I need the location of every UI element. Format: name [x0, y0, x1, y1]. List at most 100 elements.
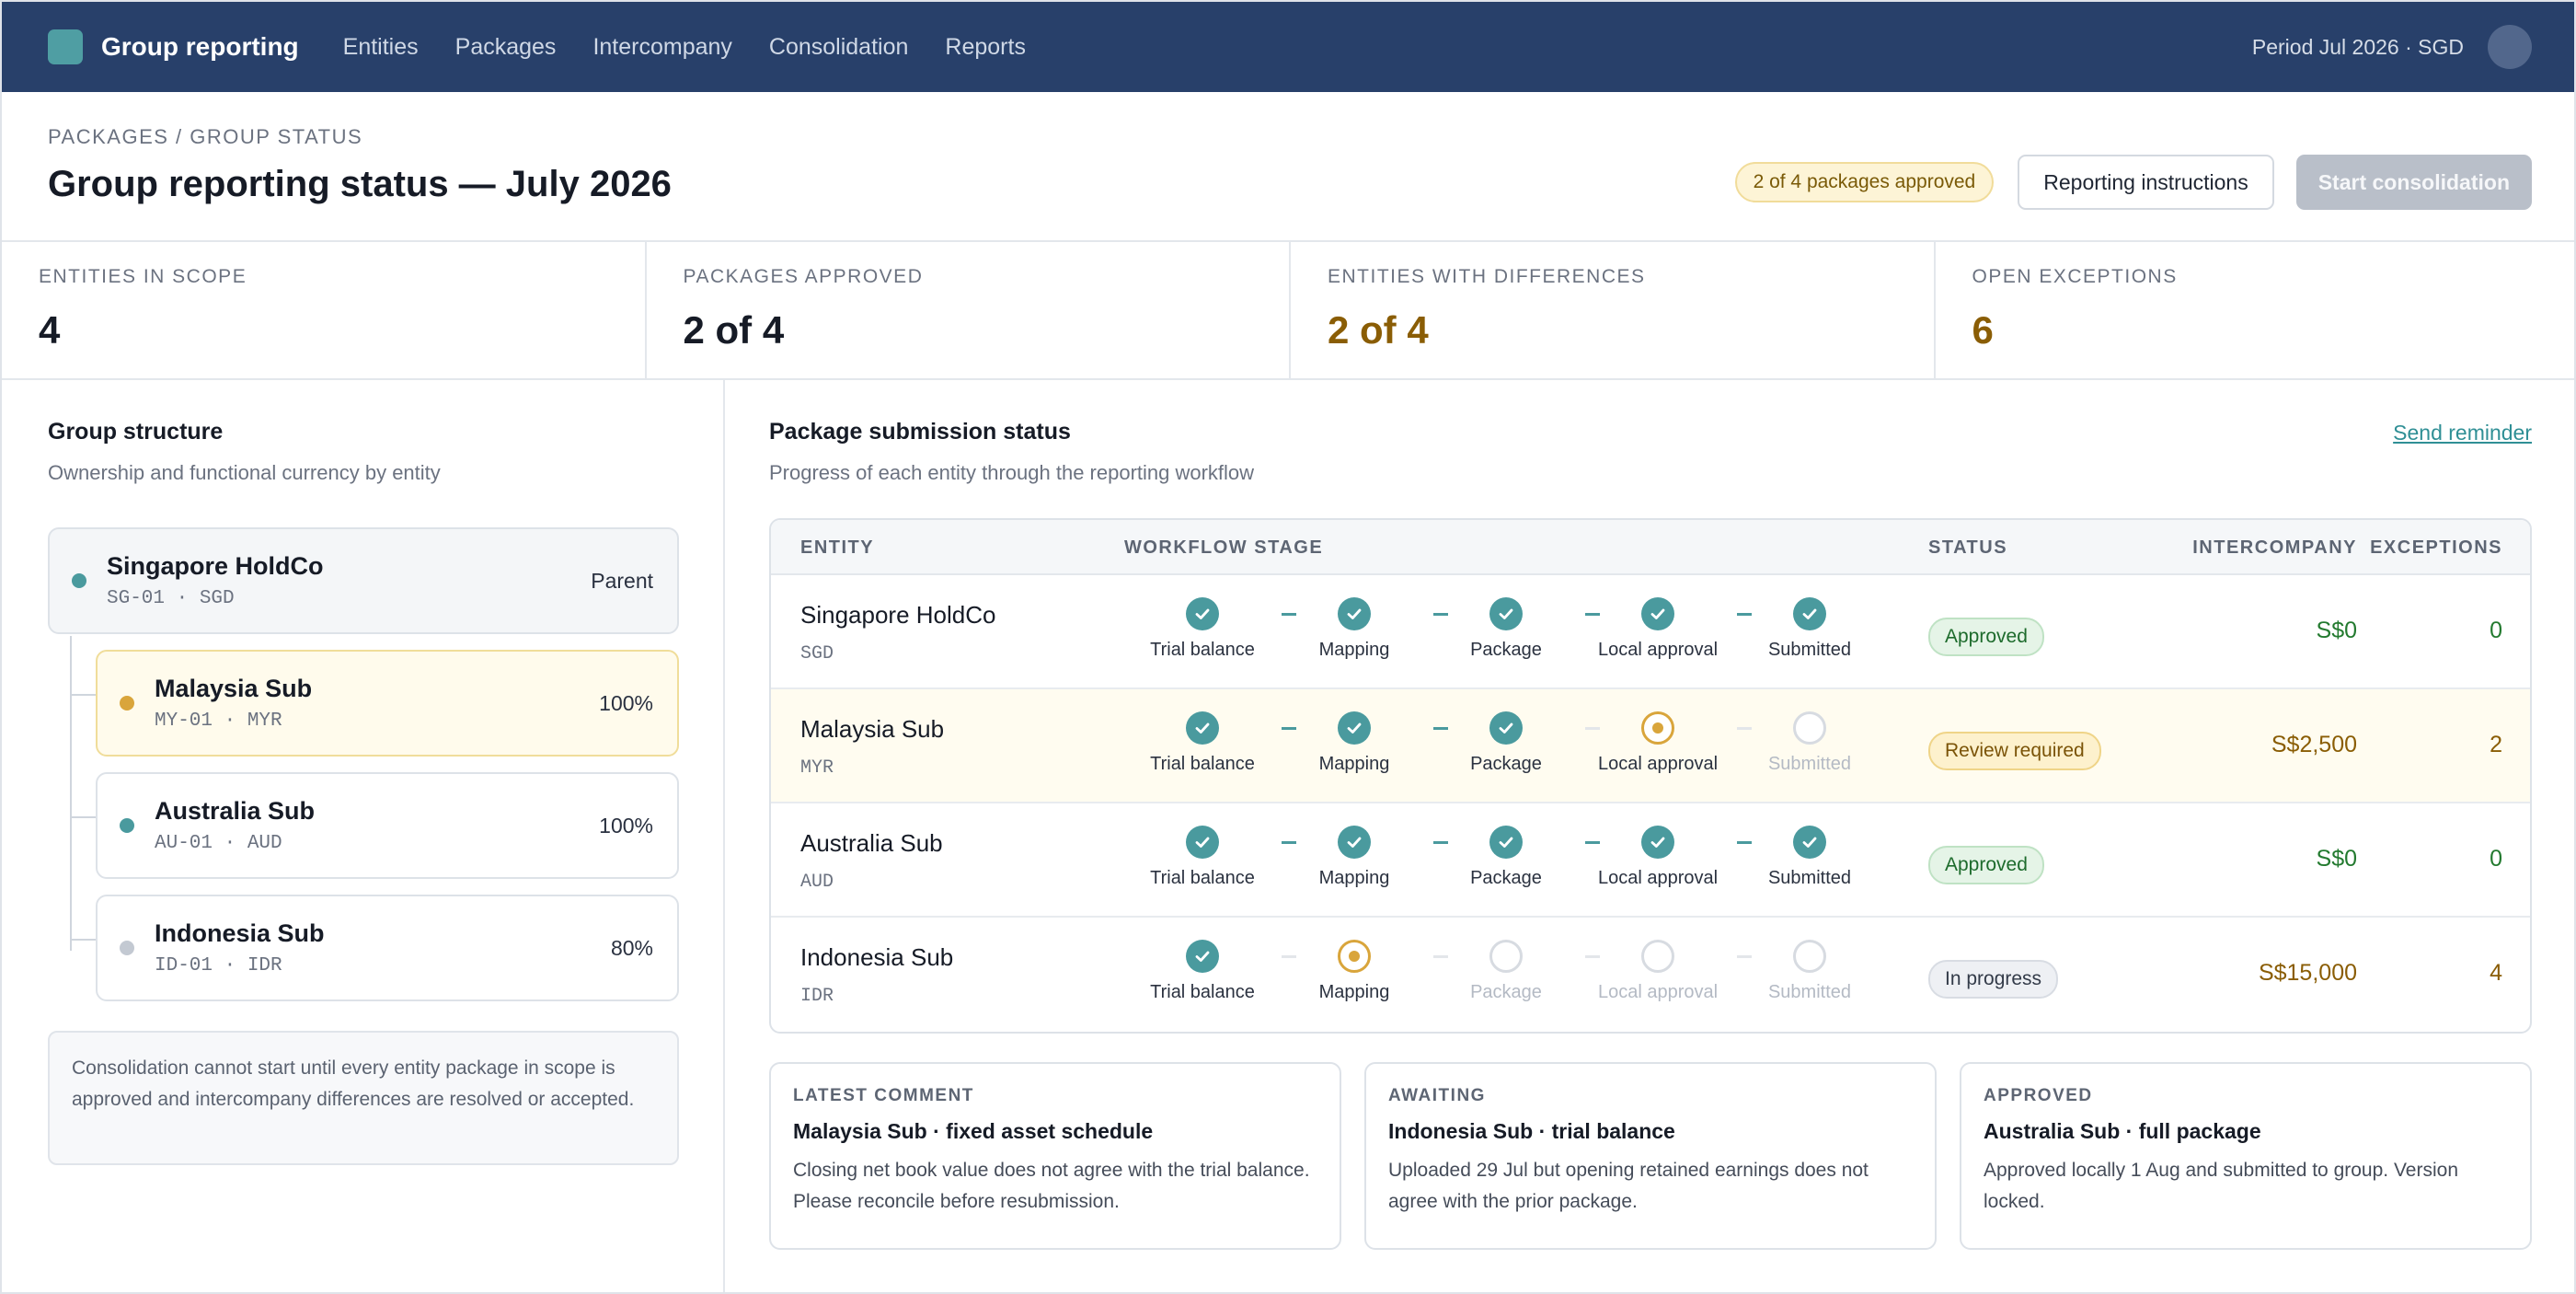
- check-icon: [1338, 711, 1371, 745]
- stage-label: Local approval: [1597, 640, 1719, 660]
- table-row[interactable]: Malaysia Sub MYR Trial balance Mapping Packa…: [771, 689, 2530, 803]
- nav-item-packages[interactable]: Packages: [455, 34, 557, 61]
- table-row[interactable]: Australia Sub AUD Trial balance Mapping Pack…: [771, 803, 2530, 918]
- group-structure-title: Group structure: [48, 419, 224, 445]
- workflow-stage: Package: [1428, 711, 1584, 775]
- kpi-entities-in-scope: ENTITIES IN SCOPE 4: [2, 242, 647, 378]
- workflow-stage: Package: [1428, 940, 1584, 1003]
- status-badge: Approved: [1928, 846, 2044, 884]
- row-entity-name: Singapore HoldCo: [800, 601, 996, 629]
- check-icon: [1186, 940, 1219, 973]
- workflow-stage: Submitted: [1731, 826, 1888, 889]
- nav-item-intercompany[interactable]: Intercompany: [592, 34, 731, 61]
- latest-comment-card[interactable]: LATEST COMMENT Malaysia Sub · fixed asse…: [769, 1062, 1341, 1250]
- consolidation-note: Consolidation cannot start until every e…: [48, 1031, 679, 1165]
- kpi-label: ENTITIES WITH DIFFERENCES: [1328, 266, 1646, 287]
- user-avatar[interactable]: [2488, 25, 2532, 69]
- card-label: APPROVED: [1984, 1086, 2093, 1105]
- top-nav: Group reporting Entities Packages Interc…: [2, 2, 2574, 92]
- entity-ownership: Parent: [591, 568, 653, 593]
- workflow-stage: Mapping: [1276, 940, 1432, 1003]
- status-badge: Review required: [1928, 732, 2101, 770]
- workflow-stage: Trial balance: [1124, 826, 1281, 889]
- pending-icon: [1489, 940, 1523, 973]
- entity-card-singapore-holdco[interactable]: Singapore HoldCo SG-01 · SGD Parent: [48, 527, 679, 634]
- entity-status-dot: [120, 941, 134, 955]
- workflow-stage: Local approval: [1580, 597, 1736, 661]
- kpi-packages-approved: PACKAGES APPROVED 2 of 4: [647, 242, 1291, 378]
- pending-icon: [1793, 940, 1826, 973]
- entity-card-malaysia-sub[interactable]: Malaysia Sub MY-01 · MYR 100%: [96, 650, 679, 757]
- entity-status-dot: [120, 696, 134, 711]
- stage-label: Local approval: [1597, 868, 1719, 888]
- workflow-stage: Mapping: [1276, 711, 1432, 775]
- entity-text: Singapore HoldCo SG-01 · SGD: [107, 552, 591, 609]
- nav-item-consolidation[interactable]: Consolidation: [769, 34, 909, 61]
- kpi-value: 2 of 4: [683, 308, 785, 352]
- table-header: ENTITY WORKFLOW STAGE STATUS INTERCOMPAN…: [771, 520, 2530, 575]
- workflow-stage: Local approval: [1580, 711, 1736, 775]
- approved-card[interactable]: APPROVED Australia Sub · full package Ap…: [1960, 1062, 2532, 1250]
- entity-name: Singapore HoldCo: [107, 552, 324, 580]
- period-selector[interactable]: Period Jul 2026 · SGD: [2252, 35, 2464, 60]
- column-header-exceptions[interactable]: EXCEPTIONS: [2370, 537, 2502, 559]
- table-body: Singapore HoldCo SGD Trial balance Mapping P…: [771, 575, 2530, 1032]
- entity-text: Indonesia Sub ID-01 · IDR: [155, 919, 611, 976]
- workflow-stage: Local approval: [1580, 826, 1736, 889]
- breadcrumb: PACKAGES / GROUP STATUS: [48, 125, 363, 148]
- exceptions-count: 4: [2490, 960, 2502, 986]
- workflow-stage: Local approval: [1580, 940, 1736, 1003]
- card-label: LATEST COMMENT: [793, 1086, 974, 1105]
- entity-card-australia-sub[interactable]: Australia Sub AU-01 · AUD 100%: [96, 772, 679, 879]
- kpi-value: 6: [1972, 308, 1994, 352]
- page-header: PACKAGES / GROUP STATUS Group reporting …: [2, 92, 2574, 242]
- entity-card-indonesia-sub[interactable]: Indonesia Sub ID-01 · IDR 80%: [96, 895, 679, 1001]
- column-header-workflow-stage[interactable]: WORKFLOW STAGE: [1124, 537, 1323, 559]
- table-row[interactable]: Indonesia Sub IDR Trial balance Mapping Pack…: [771, 918, 2530, 1032]
- card-title: Indonesia Sub · trial balance: [1388, 1119, 1675, 1143]
- kpi-value: 2 of 4: [1328, 308, 1429, 352]
- intercompany-difference: S$0: [2316, 846, 2357, 872]
- stage-label: Mapping: [1318, 982, 1390, 1002]
- awaiting-card[interactable]: AWAITING Indonesia Sub · trial balance U…: [1364, 1062, 1937, 1250]
- stage-label: Local approval: [1597, 754, 1719, 774]
- workflow-stage: Package: [1428, 826, 1584, 889]
- stage-label: Package: [1470, 640, 1542, 660]
- send-reminder-link[interactable]: Send reminder: [2393, 421, 2532, 445]
- stage-label: Mapping: [1318, 640, 1390, 660]
- column-header-intercompany[interactable]: INTERCOMPANY: [2192, 537, 2357, 559]
- exceptions-count: 0: [2490, 618, 2502, 643]
- column-header-status[interactable]: STATUS: [1928, 537, 2007, 559]
- nav-item-entities[interactable]: Entities: [343, 34, 419, 61]
- check-icon: [1186, 826, 1219, 859]
- start-consolidation-button[interactable]: Start consolidation: [2295, 155, 2532, 210]
- card-title: Malaysia Sub · fixed asset schedule: [793, 1119, 1154, 1143]
- entity-code: MY-01 · MYR: [155, 711, 282, 732]
- tree-connector: [70, 939, 96, 941]
- entity-code: SG-01 · SGD: [107, 588, 235, 609]
- workflow-stage: Mapping: [1276, 597, 1432, 661]
- intercompany-difference: S$0: [2316, 618, 2357, 643]
- entity-ownership: 100%: [599, 690, 653, 715]
- check-icon: [1641, 826, 1674, 859]
- reporting-instructions-button[interactable]: Reporting instructions: [2018, 155, 2274, 210]
- brand-logo-icon: [48, 29, 83, 64]
- entity-status-dot: [120, 818, 134, 833]
- column-header-entity[interactable]: ENTITY: [800, 537, 874, 559]
- workflow-stage: Trial balance: [1124, 940, 1281, 1003]
- stage-label: Mapping: [1318, 754, 1390, 774]
- brand-name[interactable]: Group reporting: [101, 32, 299, 62]
- in-progress-dot: [1349, 951, 1360, 962]
- nav-item-reports[interactable]: Reports: [945, 34, 1026, 61]
- table-row[interactable]: Singapore HoldCo SGD Trial balance Mapping P…: [771, 575, 2530, 689]
- stage-label: Package: [1470, 868, 1542, 888]
- workflow-stage: Mapping: [1276, 826, 1432, 889]
- check-icon: [1186, 711, 1219, 745]
- entity-ownership: 100%: [599, 813, 653, 838]
- check-icon: [1641, 597, 1674, 630]
- activity-cards: LATEST COMMENT Malaysia Sub · fixed asse…: [769, 1062, 2532, 1250]
- entity-name: Australia Sub: [155, 797, 316, 825]
- check-icon: [1489, 711, 1523, 745]
- card-body: Closing net book value does not agree wi…: [793, 1160, 1310, 1212]
- stage-label: Package: [1470, 754, 1542, 774]
